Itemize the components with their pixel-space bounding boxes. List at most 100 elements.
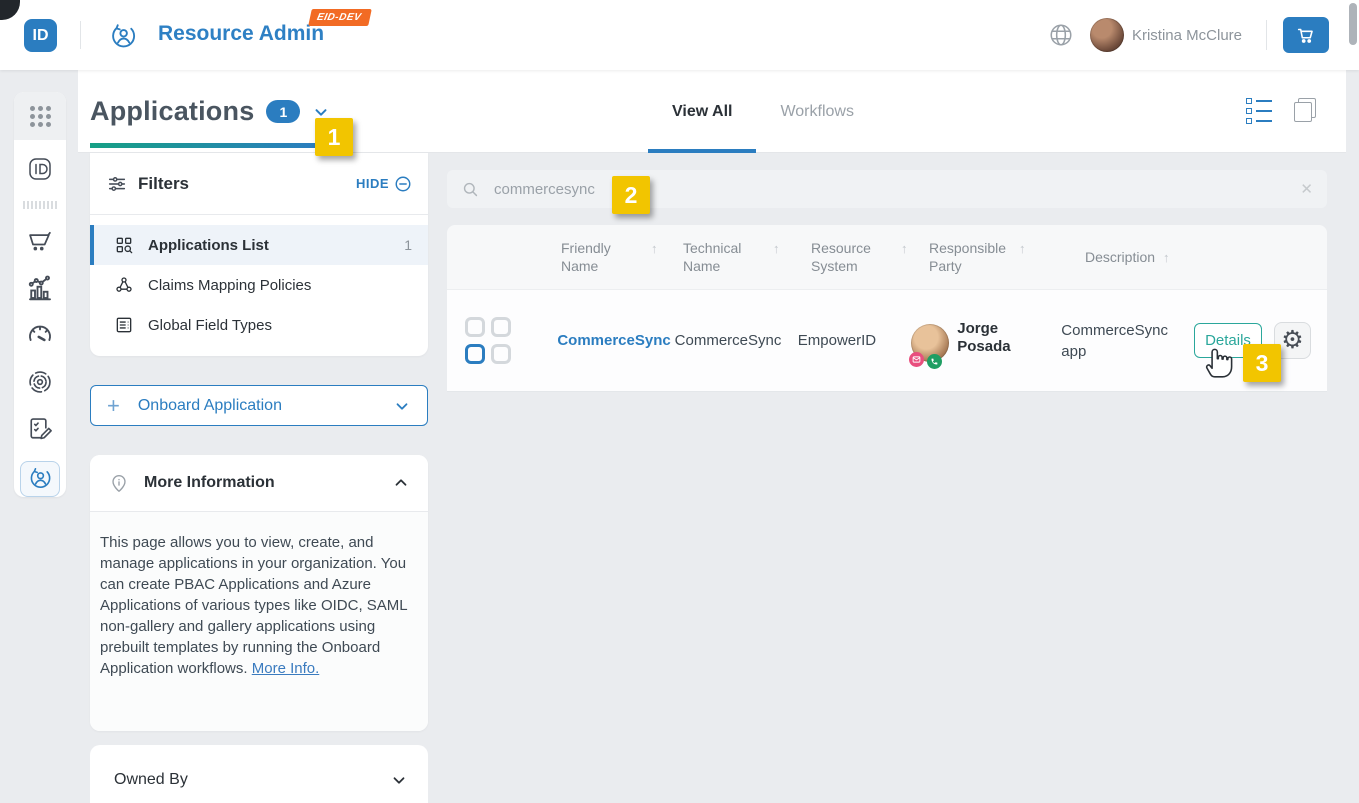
workflow-person-icon[interactable] (108, 22, 138, 52)
search-value: commercesync (494, 181, 595, 198)
tab-view-all[interactable]: View All (672, 70, 732, 153)
sidebar-divider-dashes (23, 201, 57, 209)
sidebar-item-requests[interactable] (25, 414, 55, 444)
responsible-party-name: Jorge Posada (957, 320, 1019, 356)
sidebar-item-id[interactable] (25, 154, 55, 184)
phone-badge-icon (927, 354, 942, 369)
chevron-down-icon[interactable] (390, 771, 408, 789)
sort-ascending-icon[interactable]: ↑ (901, 240, 908, 258)
step-marker-1: 1 (315, 118, 353, 156)
step-marker-2: 2 (612, 176, 650, 214)
tab-bar: View All Workflows (672, 70, 854, 153)
scrollbar[interactable] (1348, 0, 1359, 803)
resource-system-cell: EmpowerID (798, 332, 876, 349)
sidebar-item-identity[interactable] (25, 367, 55, 397)
list-view-toggle-icon[interactable] (1246, 98, 1272, 124)
more-info-link[interactable]: More Info. (252, 660, 320, 677)
search-input[interactable]: commercesync ✕ (447, 170, 1327, 208)
results-count-badge: 1 (266, 100, 300, 123)
clear-search-icon[interactable]: ✕ (1300, 180, 1313, 198)
onboard-button-label: Onboard Application (138, 397, 282, 415)
column-header-responsible-party[interactable]: Responsible Party↑ (929, 239, 1085, 275)
header-divider (1266, 20, 1267, 50)
owned-by-panel[interactable]: Owned By (90, 745, 428, 803)
icon-sidebar (14, 92, 66, 497)
column-header-technical-name[interactable]: Technical Name↑ (683, 239, 811, 275)
fingerprint-icon (26, 368, 54, 396)
workflow-person-icon (27, 466, 53, 492)
column-header-resource-system[interactable]: Resource System↑ (811, 239, 929, 275)
more-information-panel: More Information This page allows you to… (90, 455, 428, 731)
filters-panel: Filters HIDE Applications List 1 (90, 153, 428, 356)
technical-name-cell: CommerceSync (675, 332, 782, 349)
more-information-body: This page allows you to view, create, an… (90, 512, 428, 731)
brand-logo[interactable]: ID (24, 19, 57, 52)
gear-icon: ⚙ (1281, 328, 1303, 353)
app-title: Resource Admin (158, 22, 324, 46)
responsible-party-cell[interactable]: Jorge Posada (911, 320, 1061, 362)
sort-ascending-icon[interactable]: ↑ (1163, 249, 1170, 267)
page-title: Applications (90, 96, 254, 127)
onboard-application-button[interactable]: + Onboard Application (90, 385, 428, 426)
header-divider (80, 21, 81, 49)
circle-minus-icon (394, 175, 412, 193)
sidebar-item-analytics[interactable] (25, 273, 55, 303)
filter-item-applications-list[interactable]: Applications List 1 (90, 225, 428, 265)
sidebar-item-resource-admin[interactable] (20, 461, 60, 497)
application-name-link[interactable]: CommerceSync (557, 332, 670, 349)
sort-ascending-icon[interactable]: ↑ (651, 240, 658, 258)
hide-filters-button[interactable]: HIDE (356, 175, 412, 193)
step-marker-3: 3 (1243, 344, 1281, 382)
email-badge-icon (909, 352, 924, 367)
filters-title: Filters (138, 174, 189, 194)
title-gradient-underline (90, 143, 318, 148)
chevron-up-icon[interactable] (392, 474, 410, 492)
filter-item-count: 1 (404, 237, 412, 253)
page-header-band: Applications 1 View All Workflows (78, 70, 1346, 153)
cart-icon (1295, 24, 1317, 46)
user-name: Kristina McClure (1132, 27, 1242, 44)
cart-outline-icon (26, 227, 54, 255)
info-pin-icon (108, 472, 130, 494)
filter-item-label: Global Field Types (148, 317, 272, 334)
column-header-friendly-name[interactable]: Friendly Name↑ (561, 239, 683, 275)
user-menu[interactable]: Kristina McClure (1090, 18, 1242, 52)
table-row[interactable]: CommerceSync CommerceSync EmpowerID Jorg… (447, 289, 1327, 392)
description-cell: CommerceSync app (1061, 322, 1168, 360)
filter-item-claims-mapping-policies[interactable]: Claims Mapping Policies (90, 265, 428, 305)
sidebar-item-apps-grid[interactable] (14, 92, 66, 140)
document-edit-icon (26, 415, 54, 443)
table-header-row: Friendly Name↑ Technical Name↑ Resource … (447, 225, 1327, 289)
sort-ascending-icon[interactable]: ↑ (773, 240, 780, 258)
environment-badge: EID-DEV (308, 9, 372, 26)
filter-sliders-icon (106, 173, 128, 195)
card-view-toggle-icon[interactable] (1294, 98, 1318, 124)
window-corner (0, 0, 20, 20)
filter-item-global-field-types[interactable]: Global Field Types (90, 305, 428, 345)
filter-item-label: Applications List (148, 237, 269, 254)
id-badge-icon (27, 156, 53, 182)
application-tile-icon (465, 317, 512, 364)
sort-ascending-icon[interactable]: ↑ (1019, 240, 1026, 258)
tab-workflows[interactable]: Workflows (780, 70, 854, 153)
apps-grid-icon (30, 106, 51, 127)
scrollbar-thumb[interactable] (1349, 3, 1357, 45)
chevron-down-icon[interactable] (393, 397, 411, 415)
plus-icon: + (107, 393, 120, 419)
sidebar-item-cart[interactable] (25, 226, 55, 256)
applications-table: Friendly Name↑ Technical Name↑ Resource … (447, 225, 1327, 392)
globe-icon[interactable] (1048, 22, 1074, 48)
field-list-icon (114, 315, 134, 335)
hierarchy-icon (114, 275, 134, 295)
cart-button[interactable] (1283, 17, 1329, 53)
filter-item-label: Claims Mapping Policies (148, 277, 311, 294)
chart-icon (25, 273, 55, 303)
more-information-title: More Information (144, 474, 275, 492)
search-icon (461, 180, 480, 199)
sidebar-item-dashboard[interactable] (25, 320, 55, 350)
user-avatar (1090, 18, 1124, 52)
gauge-icon (25, 320, 55, 350)
app-search-icon (114, 235, 134, 255)
column-header-description[interactable]: Description↑ (1085, 248, 1223, 267)
owned-by-title: Owned By (114, 771, 188, 789)
